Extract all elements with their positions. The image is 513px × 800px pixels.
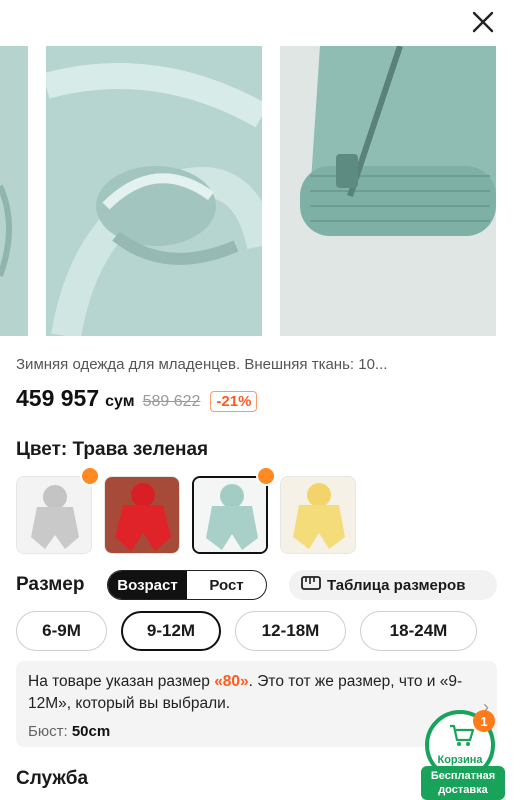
bust-measure: Бюст: 50cm: [28, 723, 485, 740]
price-row: 459 957 сум 589 622 -21%: [16, 385, 258, 412]
close-icon[interactable]: [469, 8, 497, 36]
service-title: Служба: [16, 768, 89, 789]
color-swatch-yellow[interactable]: [280, 476, 356, 554]
bust-value: 50cm: [71, 723, 111, 740]
color-swatch-gray[interactable]: [16, 466, 100, 554]
gallery-image-sleeve[interactable]: [280, 46, 496, 336]
tab-age[interactable]: Возраст: [108, 571, 187, 599]
product-title: Зимняя одежда для младенцев. Внешняя тка…: [16, 356, 388, 373]
fire-icon: [80, 466, 100, 486]
notice-text-part1: На товаре указан размер: [28, 673, 215, 690]
cart-button[interactable]: Корзина 1 Бесплатная доставка: [421, 710, 505, 800]
size-chart-button[interactable]: Таблица размеров: [289, 570, 497, 600]
size-option-18-24m[interactable]: 18-24M: [360, 611, 477, 651]
currency: сум: [105, 393, 135, 410]
size-mode-toggle[interactable]: Возраст Рост: [107, 570, 267, 600]
gallery-image-prev[interactable]: [0, 46, 28, 336]
size-label: Размер: [16, 574, 85, 595]
size-notice-text: На товаре указан размер «80». Это тот же…: [28, 671, 468, 715]
fire-icon: [256, 466, 276, 486]
color-swatch-red[interactable]: [104, 476, 180, 554]
ruler-icon: [301, 576, 321, 594]
current-price: 459 957: [16, 385, 100, 411]
cart-icon: [449, 724, 475, 753]
swatch-image: [192, 476, 268, 554]
bust-label: Бюст:: [28, 723, 68, 740]
discount-badge: -21%: [210, 391, 258, 412]
swatch-image: [280, 476, 356, 554]
size-chart-label: Таблица размеров: [327, 576, 466, 594]
tab-height[interactable]: Рост: [187, 571, 266, 599]
size-option-6-9m[interactable]: 6-9M: [16, 611, 107, 651]
cart-label: Корзина: [437, 754, 483, 766]
swatch-image: [104, 476, 180, 554]
swatch-image: [16, 476, 92, 554]
size-option-12-18m[interactable]: 12-18M: [235, 611, 346, 651]
free-delivery-badge: Бесплатная доставка: [421, 766, 505, 800]
notice-highlight: «80»: [214, 673, 249, 690]
color-label: Цвет: Трава зеленая: [16, 439, 209, 460]
product-image-gallery[interactable]: [0, 0, 513, 345]
old-price: 589 622: [142, 393, 201, 410]
size-option-9-12m[interactable]: 9-12M: [121, 611, 221, 651]
cart-count-badge: 1: [473, 710, 495, 732]
color-swatch-mint[interactable]: [192, 466, 276, 554]
gallery-image-fabric[interactable]: [46, 46, 262, 336]
